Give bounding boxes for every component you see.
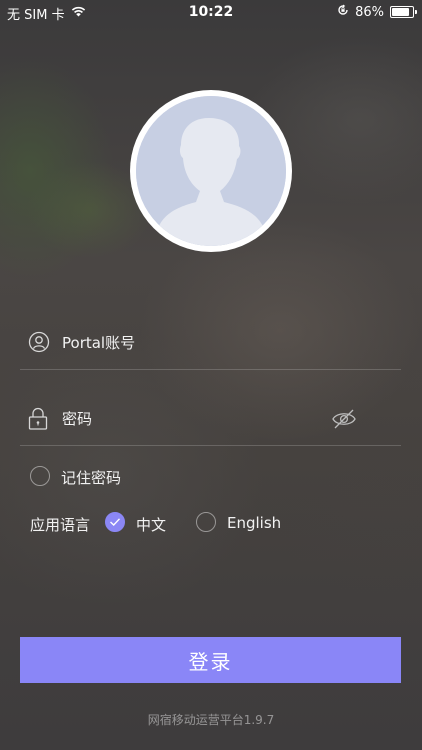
account-placeholder: Portal账号: [62, 334, 136, 352]
language-option-label: 中文: [136, 516, 167, 534]
default-user-silhouette-icon: [136, 96, 286, 246]
status-right: 86%: [337, 4, 417, 20]
password-placeholder: 密码: [62, 410, 93, 428]
language-option-label: English: [227, 514, 282, 532]
remember-password-label: 记住密码: [61, 469, 122, 487]
orientation-lock-icon: [337, 4, 349, 20]
password-field[interactable]: 密码: [20, 395, 401, 446]
battery-icon: [390, 6, 417, 18]
lock-icon: [28, 407, 50, 431]
avatar: [130, 90, 292, 252]
account-field[interactable]: Portal账号: [20, 319, 401, 370]
battery-level: [392, 8, 409, 16]
user-icon: [28, 331, 50, 355]
battery-percent: 86%: [355, 4, 384, 20]
language-title: 应用语言: [30, 516, 91, 534]
language-selector: 应用语言 中文 English: [30, 512, 410, 536]
radio-unchecked-icon[interactable]: [196, 512, 216, 532]
eye-off-icon[interactable]: [331, 408, 357, 430]
version-label: 网宿移动运营平台1.9.7: [147, 713, 275, 727]
login-button[interactable]: 登录: [20, 637, 401, 683]
radio-checked-icon[interactable]: [105, 512, 125, 532]
remember-checkbox-circle[interactable]: [30, 466, 50, 486]
status-bar: 无 SIM 卡 10:22 86%: [0, 0, 422, 24]
